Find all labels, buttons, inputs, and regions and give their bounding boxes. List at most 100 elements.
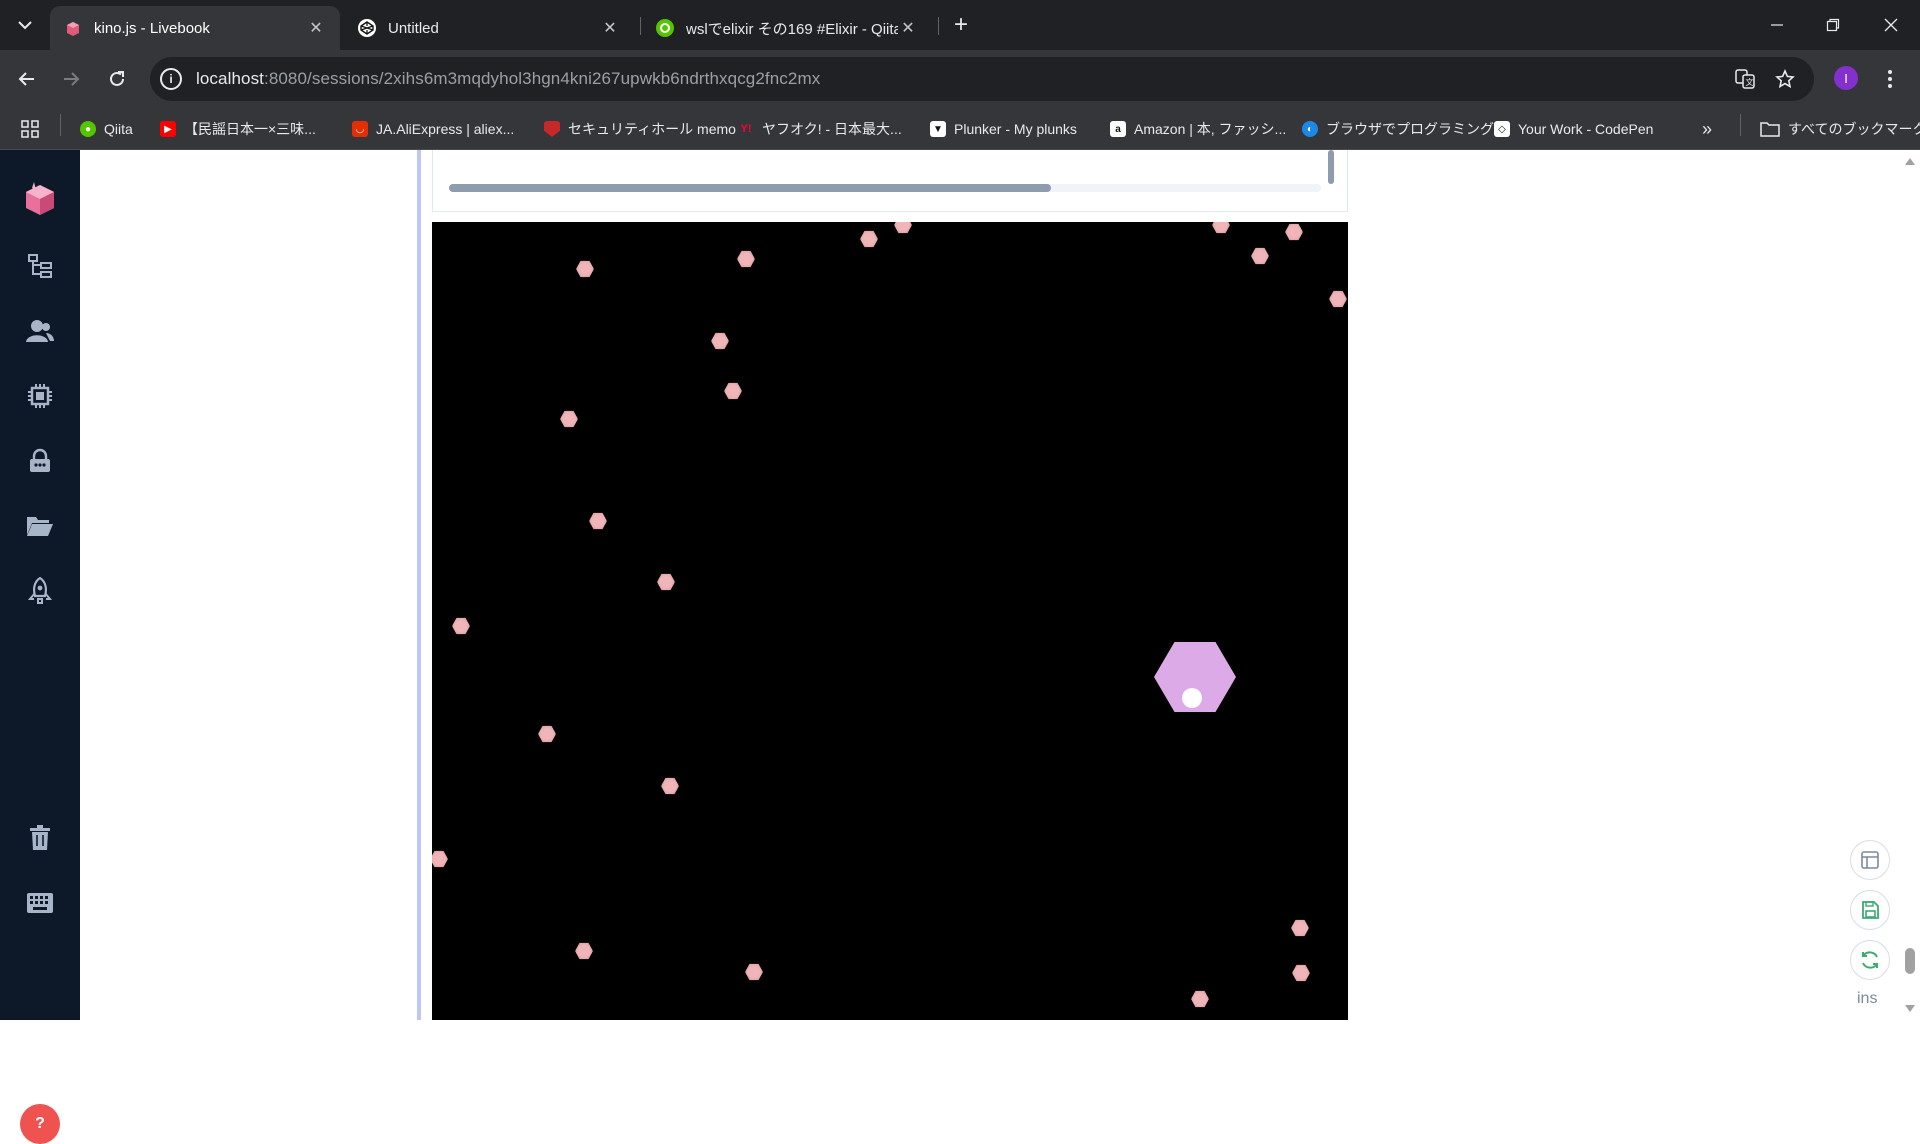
enemy-particle xyxy=(1291,919,1309,937)
address-bar[interactable]: i localhost:8080/sessions/2xihs6m3mqdyho… xyxy=(150,57,1814,101)
url-host: localhost xyxy=(196,69,264,88)
restore-icon xyxy=(1826,18,1840,32)
bookmark-security-memo[interactable]: セキュリティホール memo xyxy=(544,116,736,142)
livebook-sidebar: ? xyxy=(0,150,80,1144)
browser-toolbar: i localhost:8080/sessions/2xihs6m3mqdyho… xyxy=(0,50,1920,108)
bookmark-plunker[interactable]: ▼ Plunker - My plunks xyxy=(930,116,1077,142)
tab-search-button[interactable] xyxy=(10,10,40,40)
outline-icon[interactable] xyxy=(24,250,56,282)
profile-avatar[interactable]: I xyxy=(1834,66,1858,90)
folder-icon xyxy=(1760,122,1780,137)
enemy-particle xyxy=(589,512,607,530)
bookmark-label: ヤフオク! - 日本最大... xyxy=(762,121,902,137)
enemy-particle xyxy=(1329,290,1347,308)
apps-grid-icon xyxy=(21,120,39,138)
bin-icon[interactable] xyxy=(24,822,56,854)
chevron-down-icon xyxy=(18,21,32,30)
bookmark-label: JA.AliExpress | aliex... xyxy=(376,121,515,137)
bookmark-label: Your Work - CodePen xyxy=(1518,121,1654,137)
bookmark-label: セキュリティホール memo xyxy=(568,121,736,137)
more-bookmarks-button[interactable]: » xyxy=(1702,116,1712,142)
tab-close-button[interactable]: ✕ xyxy=(600,18,620,38)
site-info-icon[interactable]: i xyxy=(160,68,182,90)
keyboard-icon[interactable] xyxy=(24,887,56,919)
refresh-icon xyxy=(1862,951,1878,969)
bookmark-separator xyxy=(1740,114,1741,136)
minimize-button[interactable] xyxy=(1762,10,1792,40)
scroll-up-arrow[interactable] xyxy=(1905,158,1915,165)
bookmark-yahuoku[interactable]: Y! ヤフオク! - 日本最大... xyxy=(738,116,902,142)
translate-icon: 文 xyxy=(1735,69,1755,89)
restore-button[interactable] xyxy=(1818,10,1848,40)
runtime-icon[interactable] xyxy=(24,380,56,412)
forward-button[interactable] xyxy=(56,64,86,94)
deploy-icon[interactable] xyxy=(24,575,56,607)
horizontal-scrollbar-thumb[interactable] xyxy=(449,184,1051,192)
url-text[interactable]: localhost:8080/sessions/2xihs6m3mqdyhol3… xyxy=(196,69,820,89)
secrets-icon[interactable] xyxy=(24,445,56,477)
bookmark-codepen[interactable]: ◇ Your Work - CodePen xyxy=(1494,116,1653,142)
users-icon[interactable] xyxy=(24,315,56,347)
bookmark-qiita[interactable]: ● Qiita xyxy=(80,116,133,142)
page-scrollbar[interactable] xyxy=(1900,150,1920,1020)
tab-qiita[interactable]: wslでelixir その169 #Elixir - Qiita ✕ xyxy=(642,6,932,50)
enemy-particle xyxy=(657,573,675,591)
bookmark-label: 【民謡日本一×三味... xyxy=(184,121,316,137)
bookmark-label: ブラウザでプログラミング... xyxy=(1326,121,1506,137)
player-core xyxy=(1182,688,1202,708)
enemy-particle xyxy=(1191,990,1209,1008)
bookmark-paiza[interactable]: ◐ ブラウザでプログラミング... xyxy=(1302,116,1506,142)
arrow-right-icon xyxy=(64,72,80,86)
reload-icon xyxy=(110,71,124,86)
youtube-icon: ▶ xyxy=(160,121,176,137)
runtime-reconnect-button[interactable] xyxy=(1850,940,1890,980)
yahoo-icon: Y! xyxy=(740,123,752,135)
bookmark-label: Qiita xyxy=(104,121,133,137)
tab-close-button[interactable]: ✕ xyxy=(306,18,326,38)
save-icon xyxy=(1862,901,1879,919)
bookmark-label: Amazon | 本, ファッシ... xyxy=(1134,121,1287,137)
translate-button[interactable]: 文 xyxy=(1730,64,1760,94)
back-button[interactable] xyxy=(12,64,42,94)
livebook-logo-icon[interactable] xyxy=(20,178,60,218)
enemy-particle xyxy=(724,382,742,400)
all-bookmarks-button[interactable]: すべてのブックマーク xyxy=(1760,116,1920,142)
bookmark-star-button[interactable] xyxy=(1770,64,1800,94)
close-window-button[interactable] xyxy=(1876,10,1906,40)
tab-title: Untitled xyxy=(388,19,439,37)
bookmark-amazon[interactable]: a Amazon | 本, ファッシ... xyxy=(1110,116,1286,142)
enemy-particle xyxy=(1212,222,1230,234)
tab-close-button[interactable]: ✕ xyxy=(898,18,918,38)
page-scrollbar-thumb[interactable] xyxy=(1905,948,1915,974)
apps-button[interactable] xyxy=(20,116,40,142)
layout-toggle-button[interactable] xyxy=(1850,840,1890,880)
codepen-icon xyxy=(358,19,376,37)
reload-button[interactable] xyxy=(102,64,132,94)
bookmark-label: すべてのブックマーク xyxy=(1788,121,1920,137)
livebook-icon xyxy=(67,22,79,36)
bookmark-youtube[interactable]: ▶ 【民謡日本一×三味... xyxy=(160,116,316,142)
star-icon xyxy=(1775,69,1795,89)
game-canvas[interactable] xyxy=(432,222,1348,1020)
tab-untitled[interactable]: Untitled ✕ xyxy=(344,6,634,50)
layout-icon xyxy=(1861,851,1879,869)
tab-separator xyxy=(938,17,939,35)
svg-text:文: 文 xyxy=(1746,77,1754,87)
enemy-particle xyxy=(1251,247,1269,265)
qiita-icon: ● xyxy=(80,121,96,137)
plunker-icon: ▼ xyxy=(930,121,946,137)
amazon-icon: a xyxy=(1110,121,1126,137)
scroll-down-arrow[interactable] xyxy=(1905,1005,1915,1012)
save-button[interactable] xyxy=(1850,890,1890,930)
files-icon[interactable] xyxy=(24,510,56,542)
shield-icon xyxy=(544,121,560,137)
bookmark-aliexpress[interactable]: ◡ JA.AliExpress | aliex... xyxy=(352,116,514,142)
tab-livebook[interactable]: kino.js - Livebook ✕ xyxy=(50,6,340,50)
enemy-particle xyxy=(575,942,593,960)
help-button[interactable]: ? xyxy=(20,1104,60,1144)
browser-menu-button[interactable] xyxy=(1880,64,1900,94)
new-tab-button[interactable]: + xyxy=(948,11,974,38)
minimize-icon xyxy=(1771,24,1783,26)
horizontal-scrollbar[interactable] xyxy=(449,184,1321,192)
vertical-scrollbar-thumb[interactable] xyxy=(1328,150,1334,184)
